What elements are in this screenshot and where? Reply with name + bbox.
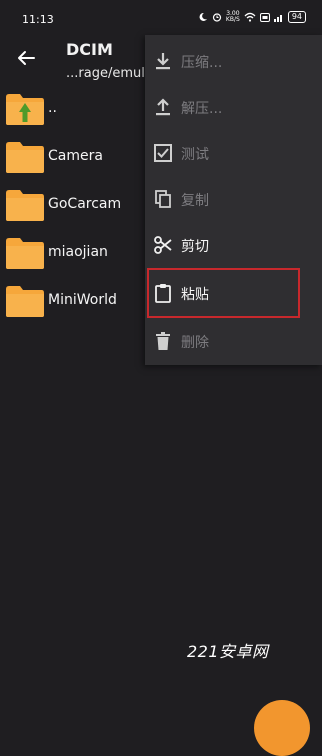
upload-icon — [156, 98, 170, 116]
checkbox-icon — [154, 144, 172, 162]
watermark: 221安卓网 — [187, 642, 269, 661]
menu-item-label: 压缩... — [181, 55, 223, 71]
menu-item-label: 剪切 — [181, 239, 209, 255]
file-name: GoCarcam — [48, 196, 122, 212]
menu-item-copy[interactable]: 复制 — [145, 177, 322, 223]
menu-item-label: 测试 — [181, 147, 209, 163]
trash-icon — [156, 332, 170, 350]
scissors-icon — [154, 236, 172, 254]
file-name: .. — [48, 100, 57, 116]
menu-item-delete[interactable]: 删除 — [145, 319, 322, 365]
menu-item-paste[interactable]: 粘贴 — [145, 271, 322, 317]
list-item-miaojian[interactable]: miaojian — [0, 232, 150, 276]
folder-icon — [6, 190, 44, 221]
status-bar: 11:13 3.00 KB/S 94 — [0, 0, 322, 40]
net-speed: 3.00 KB/S — [225, 10, 240, 23]
status-time: 11:13 — [22, 13, 54, 26]
menu-item-cut[interactable]: 剪切 — [145, 223, 322, 269]
alarm-icon — [212, 13, 222, 22]
file-name: MiniWorld — [48, 292, 117, 308]
back-arrow-icon[interactable] — [14, 46, 38, 70]
clipboard-icon — [155, 284, 171, 303]
list-item-miniworld[interactable]: MiniWorld — [0, 280, 150, 324]
fab-button[interactable] — [254, 700, 310, 756]
moon-icon — [199, 12, 207, 21]
menu-item-test[interactable]: 测试 — [145, 131, 322, 177]
sim-icon — [259, 12, 270, 22]
battery-icon: 94 — [287, 11, 306, 23]
page-title: DCIM — [66, 40, 113, 59]
status-icons: 3.00 KB/S 94 — [198, 11, 306, 23]
menu-item-label: 解压... — [181, 101, 223, 117]
menu-item-label: 复制 — [181, 193, 209, 209]
download-icon — [156, 53, 170, 70]
list-item-camera[interactable]: Camera — [0, 136, 150, 180]
menu-item-label: 删除 — [181, 335, 209, 351]
folder-icon — [6, 286, 44, 317]
menu-item-extract[interactable]: 解压... — [145, 85, 322, 131]
context-menu: 压缩... 解压... 测试 复制 剪切 粘贴 删除 — [145, 35, 322, 365]
list-item-parent[interactable]: .. — [0, 88, 150, 132]
file-name: miaojian — [48, 244, 108, 260]
folder-icon — [6, 238, 44, 269]
menu-item-label: 粘贴 — [181, 287, 209, 303]
folder-icon — [6, 142, 44, 173]
list-item-gocarcam[interactable]: GoCarcam — [0, 184, 150, 228]
copy-icon — [155, 190, 171, 208]
parent-folder-icon — [6, 94, 44, 125]
signal-icon — [273, 14, 282, 22]
wifi-icon — [244, 12, 256, 22]
menu-item-compress[interactable]: 压缩... — [145, 39, 322, 85]
file-name: Camera — [48, 148, 103, 164]
